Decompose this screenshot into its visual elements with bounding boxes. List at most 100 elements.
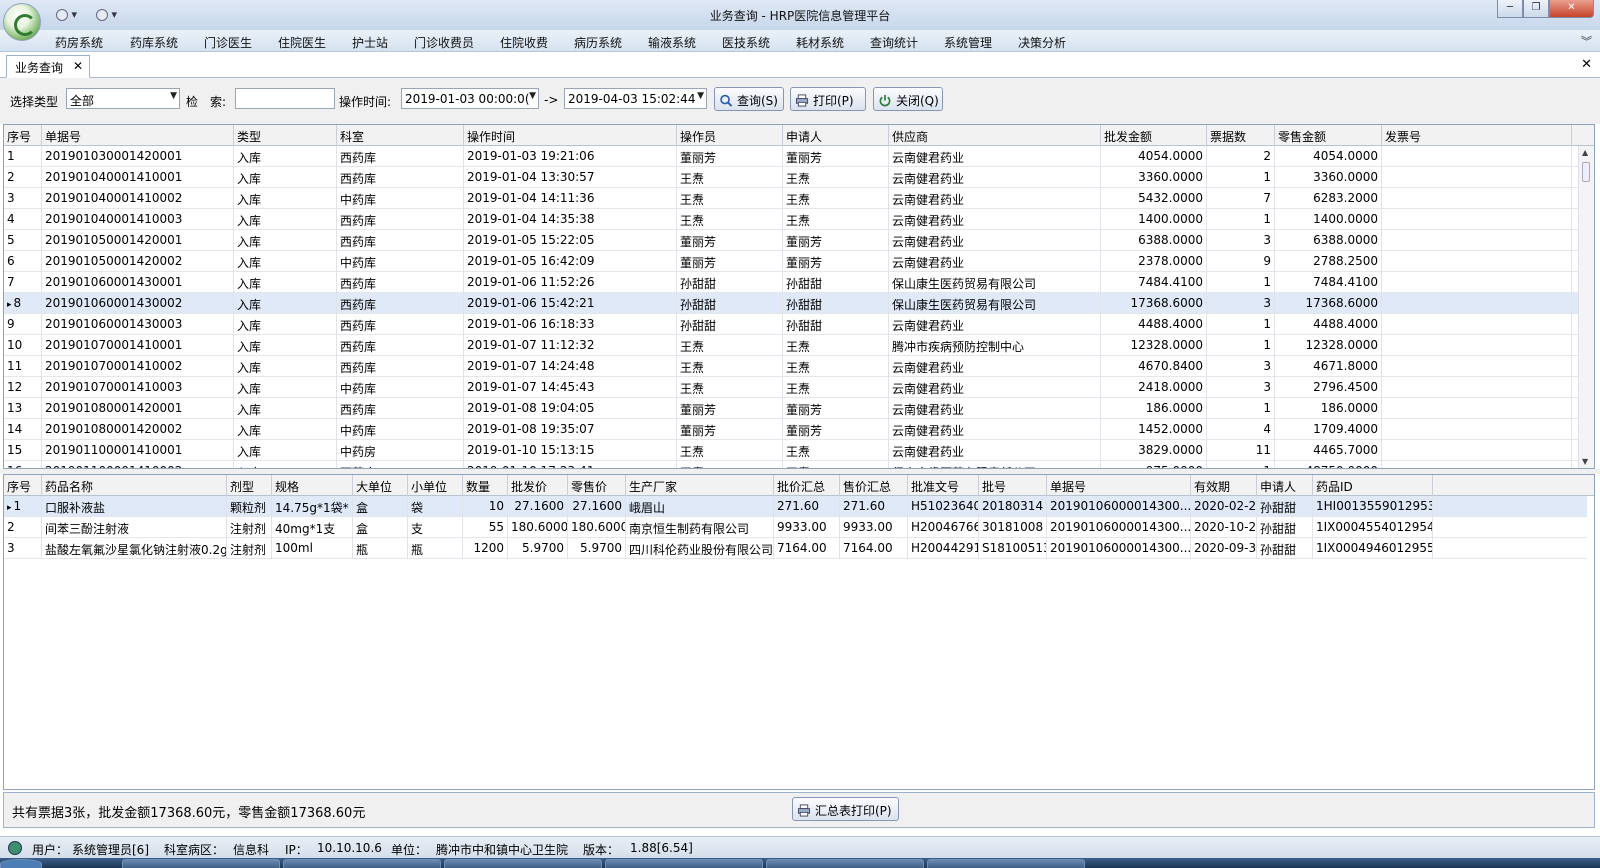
table-cell: 2019-01-07 14:45:43: [464, 377, 677, 398]
menu-chevron-icon[interactable]: ︾: [1581, 33, 1592, 49]
table-row[interactable]: 16201901100001410002入库西药库2019-01-10 17:2…: [4, 461, 1587, 468]
time-to-picker[interactable]: 2019-04-03 15:02:44 ▼: [564, 88, 707, 109]
column-header[interactable]: 数量: [463, 475, 508, 496]
column-header[interactable]: 零售价: [568, 475, 626, 496]
table-row[interactable]: 5 201901050001420001 入库 西药库 2019-01-05 15:22…: [4, 230, 1587, 251]
column-header[interactable]: 小单位: [408, 475, 463, 496]
column-header[interactable]: 规格: [272, 475, 353, 496]
column-header[interactable]: 大单位: [353, 475, 408, 496]
menu-item[interactable]: 护士站: [352, 34, 388, 51]
table-row[interactable]: 12 201901070001410003 入库 中药库 2019-01-07 14:4…: [4, 377, 1587, 398]
table-row[interactable]: 14 201901080001420002 入库 中药库 2019-01-08 19:3…: [4, 419, 1587, 440]
panel-close-icon[interactable]: ✕: [1581, 57, 1592, 72]
column-header[interactable]: 申请人: [1257, 475, 1313, 496]
table-row[interactable]: 6 201901050001420002 入库 中药库 2019-01-05 16:42…: [4, 251, 1587, 272]
column-header[interactable]: 单据号: [42, 125, 234, 146]
start-button[interactable]: [0, 859, 42, 868]
type-select-value: 全部: [70, 94, 95, 108]
cell-text: 入库: [237, 256, 262, 270]
taskbar-item[interactable]: [766, 859, 924, 868]
column-header[interactable]: 生产厂家: [626, 475, 774, 496]
column-header[interactable]: 供应商: [889, 125, 1101, 146]
cell-text: 王焘: [786, 193, 811, 207]
close-button[interactable]: 关闭(Q): [873, 87, 943, 111]
table-row[interactable]: 4 201901040001410003 入库 西药库 2019-01-04 14:35…: [4, 209, 1587, 230]
table-row[interactable]: 3 盐酸左氧氟沙星氯化钠注射液0.2g 注射剂 100ml 瓶 瓶 1200 5.9700 5.…: [4, 538, 1587, 559]
column-header[interactable]: 批发金额: [1101, 125, 1207, 146]
menu-item[interactable]: 药库系统: [130, 34, 178, 51]
column-header[interactable]: 类型: [234, 125, 337, 146]
scroll-down-icon[interactable]: ▼: [1582, 457, 1588, 466]
table-row[interactable]: 11 201901070001410002 入库 西药库 2019-01-07 14:2…: [4, 356, 1587, 377]
column-header[interactable]: 药品名称: [42, 475, 227, 496]
taskbar-item[interactable]: [927, 859, 1085, 868]
menu-item[interactable]: 输液系统: [648, 34, 696, 51]
menu-item[interactable]: 住院医生: [278, 34, 326, 51]
dropdown-arrow-icon[interactable]: ▼: [697, 91, 704, 101]
column-header[interactable]: 有效期: [1191, 475, 1257, 496]
column-header[interactable]: 操作员: [677, 125, 783, 146]
column-header[interactable]: 票据数: [1207, 125, 1275, 146]
table-row[interactable]: 9 201901060001430003 入库 西药库 2019-01-06 16:18…: [4, 314, 1587, 335]
menu-item[interactable]: 住院收费: [500, 34, 548, 51]
search-input[interactable]: [235, 88, 335, 109]
table-row[interactable]: 2 201901040001410001 入库 西药库 2019-01-04 13:30…: [4, 167, 1587, 188]
cell-text: 入库: [237, 214, 262, 228]
column-header[interactable]: 科室: [337, 125, 464, 146]
menu-item[interactable]: 查询统计: [870, 34, 918, 51]
column-header[interactable]: 零售金额: [1275, 125, 1382, 146]
table-row[interactable]: 2 间苯三酚注射液 注射剂 40mg*1支盒支 55 180.6000 180.6000 南京…: [4, 517, 1587, 538]
summary-print-button[interactable]: 汇总表打印(P): [792, 797, 899, 821]
menu-item[interactable]: 系统管理: [944, 34, 992, 51]
menu-item[interactable]: 决策分析: [1018, 34, 1066, 51]
taskbar-item[interactable]: [122, 859, 280, 868]
menu-item[interactable]: 药房系统: [55, 34, 103, 51]
column-header[interactable]: 剂型: [227, 475, 272, 496]
column-header[interactable]: 药品ID: [1313, 475, 1433, 496]
menu-item[interactable]: 门诊医生: [204, 34, 252, 51]
close-window-button[interactable]: ✕: [1549, 0, 1594, 18]
print-button[interactable]: 打印(P): [790, 87, 866, 111]
column-header[interactable]: 批发价: [508, 475, 568, 496]
table-row[interactable]: 15 201901100001410001 入库 中药房 2019-01-10 15:1…: [4, 440, 1587, 461]
table-row[interactable]: 3 201901040001410002 入库 中药库 2019-01-04 14:11…: [4, 188, 1587, 209]
menu-item[interactable]: 病历系统: [574, 34, 622, 51]
table-cell: 3360.0000: [1101, 167, 1207, 188]
minimize-button[interactable]: ─: [1497, 0, 1523, 18]
table-row[interactable]: 7 201901060001430001 入库 西药库 2019-01-06 11:52…: [4, 272, 1587, 293]
column-header[interactable]: 序号: [4, 475, 42, 496]
taskbar-item[interactable]: [605, 859, 763, 868]
taskbar-item[interactable]: [444, 859, 602, 868]
table-row[interactable]: 1 201901030001420001 入库 西药库 2019-01-03 19:21…: [4, 146, 1587, 167]
column-header[interactable]: 售价汇总: [840, 475, 908, 496]
document-grid-scrollbar[interactable]: ▲ ▼: [1578, 146, 1594, 468]
app-logo-icon[interactable]: [3, 3, 41, 41]
scroll-up-icon[interactable]: ▲: [1582, 148, 1588, 157]
table-row[interactable]: ▸ 1 口服补液盐 颗粒剂 14.75g*1袋* 盒袋 10 27.1600 27.1600 峨眉…: [4, 496, 1587, 517]
column-header[interactable]: 申请人: [783, 125, 889, 146]
dropdown-arrow-icon[interactable]: ▼: [170, 91, 177, 101]
query-button[interactable]: 查询(S): [714, 87, 784, 111]
type-select[interactable]: 全部 ▼: [66, 88, 180, 109]
column-header[interactable]: 操作时间: [464, 125, 677, 146]
dropdown-arrow-icon[interactable]: ▼: [529, 91, 536, 101]
tab-close-icon[interactable]: ✕: [73, 59, 83, 73]
table-row[interactable]: 13 201901080001420001 入库 西药库 2019-01-08 19:0…: [4, 398, 1587, 419]
time-from-picker[interactable]: 2019-01-03 00:00:0( ▼: [401, 88, 539, 109]
taskbar-item[interactable]: [283, 859, 441, 868]
restore-button[interactable]: ❐: [1523, 0, 1549, 18]
menu-item[interactable]: 门诊收费员: [414, 34, 474, 51]
table-row[interactable]: ▸ 8 201901060001430002 入库 西药库 2019-01-06 15:4…: [4, 293, 1587, 314]
table-cell: 6388.0000: [1275, 230, 1382, 251]
column-header[interactable]: 批价汇总: [774, 475, 840, 496]
scroll-thumb[interactable]: [1582, 162, 1590, 182]
tab-business-query[interactable]: 业务查询 ✕: [6, 55, 90, 78]
column-header[interactable]: 批号: [979, 475, 1047, 496]
table-row[interactable]: 10 201901070001410001 入库 西药库 2019-01-07 11:1…: [4, 335, 1587, 356]
menu-item[interactable]: 医技系统: [722, 34, 770, 51]
column-header[interactable]: 单据号: [1047, 475, 1191, 496]
column-header[interactable]: 批准文号: [908, 475, 979, 496]
column-header[interactable]: 发票号: [1382, 125, 1572, 146]
menu-item[interactable]: 耗材系统: [796, 34, 844, 51]
column-header[interactable]: 序号: [4, 125, 42, 146]
